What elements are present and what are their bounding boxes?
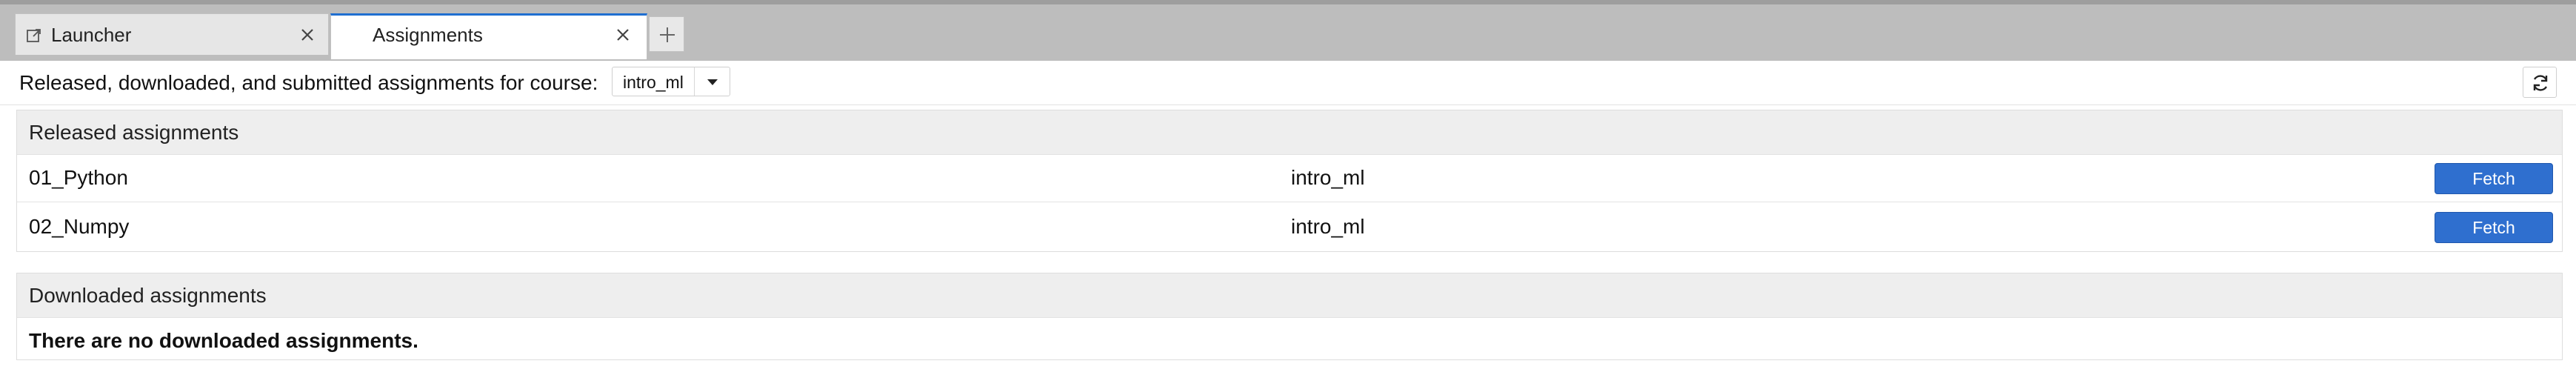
assignment-course: intro_ml [1291,215,1365,238]
new-tab-button[interactable] [649,16,684,52]
chevron-down-icon [707,79,718,85]
fetch-button[interactable]: Fetch [2435,163,2553,194]
fetch-button[interactable]: Fetch [2435,212,2553,243]
refresh-icon [2533,75,2548,91]
course-selector-row: Released, downloaded, and submitted assi… [0,61,2576,105]
assignments-app: Launcher Assignments Released, downloade… [0,0,2576,375]
tab-assignments[interactable]: Assignments [330,13,647,59]
released-assignments-title: Released assignments [29,121,239,144]
course-select-value: intro_ml [623,73,684,92]
released-assignments-header: Released assignments [17,110,2562,155]
close-icon[interactable] [297,24,318,45]
released-assignments-panel: Released assignments 01_Python intro_ml … [16,110,2563,252]
tab-launcher-label: Launcher [51,24,132,46]
downloaded-assignments-header: Downloaded assignments [17,273,2562,318]
close-icon[interactable] [613,24,633,45]
tab-assignments-label: Assignments [373,24,483,46]
course-selector-label: Released, downloaded, and submitted assi… [19,71,598,94]
assignment-name: 02_Numpy [29,215,130,238]
assignment-row: 02_Numpy intro_ml Fetch [17,204,2562,251]
assignment-name: 01_Python [29,166,128,189]
empty-message: There are no downloaded assignments. [29,329,418,352]
tab-launcher[interactable]: Launcher [15,13,329,55]
downloaded-assignments-panel: Downloaded assignments There are no down… [16,273,2563,360]
dropdown-divider [694,67,695,96]
assignment-row: 01_Python intro_ml Fetch [17,155,2562,202]
assignment-course: intro_ml [1291,166,1365,189]
course-select-dropdown[interactable]: intro_ml [612,67,730,96]
plus-icon [660,27,675,42]
downloaded-assignments-title: Downloaded assignments [29,284,267,307]
refresh-button[interactable] [2523,67,2557,98]
tab-bar: Launcher Assignments [0,0,2576,61]
external-launch-icon [27,29,41,42]
